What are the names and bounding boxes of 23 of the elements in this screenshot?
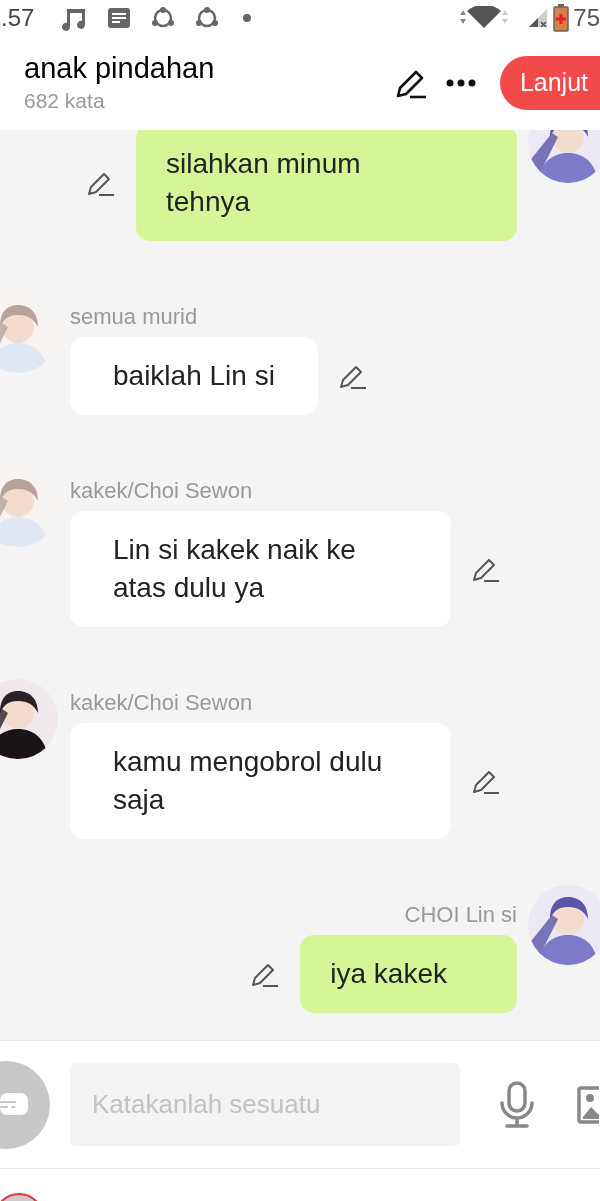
story-title: anak pindahan — [24, 51, 216, 86]
status-time: .57 — [1, 3, 35, 33]
image-icon[interactable] — [577, 1084, 599, 1125]
share-icon — [151, 6, 176, 30]
dot-icon — [243, 14, 252, 22]
sender-name: CHOI Lin si — [404, 901, 517, 929]
continue-button[interactable]: Lanjut — [499, 56, 600, 110]
message-bubble: Lin si kakek naik ke atas dulu ya — [70, 511, 451, 627]
signal-icon — [527, 7, 550, 29]
battery-icon — [553, 4, 570, 32]
microphone-icon[interactable] — [498, 1080, 536, 1129]
battery-level: 75 — [573, 3, 600, 33]
news-icon — [107, 6, 132, 30]
word-count: 682 kata — [24, 88, 106, 114]
message-bubble: silahkan minum tehnya — [136, 130, 517, 241]
more-icon[interactable] — [445, 79, 476, 87]
message-bubble: iya kakek — [300, 935, 517, 1013]
sender-name: kakek/Choi Sewon — [70, 689, 254, 717]
sender-name: semua murid — [70, 303, 199, 331]
sender-name: kakek/Choi Sewon — [70, 477, 254, 505]
share-icon — [195, 6, 220, 30]
message-bubble: baiklah Lin si — [70, 337, 318, 415]
message-bubble: kamu mengobrol dulu saja — [70, 723, 451, 839]
